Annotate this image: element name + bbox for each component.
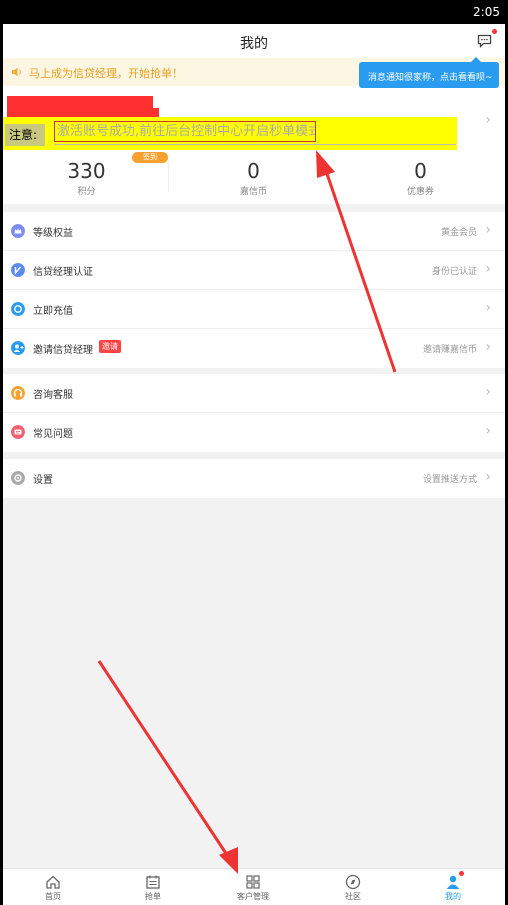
invite-badge: 邀请 xyxy=(99,340,121,353)
chevron-right-icon: › xyxy=(485,384,491,400)
chevron-right-icon: › xyxy=(485,469,491,485)
title-bar: 我的 xyxy=(3,24,505,58)
speaker-icon xyxy=(12,67,21,77)
bottom-tab-bar: 首页 抢单 客户管理 社区 我的 xyxy=(3,868,505,905)
annotation-arrow-down xyxy=(97,660,238,874)
tab-label: 首页 xyxy=(45,892,61,901)
stat-coupons[interactable]: 0 优惠券 xyxy=(337,154,504,197)
menu-item-customer-service[interactable]: 咨询客服 › xyxy=(3,374,505,413)
menu-item-label: 信贷经理认证 xyxy=(33,267,93,278)
stat-value: 0 xyxy=(414,159,427,183)
annotation-label: 注意: xyxy=(5,124,45,146)
sign-in-badge[interactable]: 签到 xyxy=(132,152,168,163)
tab-label: 抢单 xyxy=(145,892,161,901)
message-unread-dot xyxy=(492,29,497,34)
faq-icon xyxy=(11,425,25,439)
menu-item-label: 常见问题 xyxy=(33,429,73,440)
settings-icon xyxy=(11,471,25,485)
chevron-right-icon: › xyxy=(485,339,491,355)
menu-item-level[interactable]: 等级权益 黄金会员 › xyxy=(3,212,505,251)
stat-label: 优惠券 xyxy=(406,187,434,197)
stat-label: 积分 xyxy=(77,187,96,197)
message-icon xyxy=(477,34,492,49)
menu-item-value: 身份已认证 xyxy=(431,267,477,277)
menu-group-support: 咨询客服 › 常见问题 › xyxy=(3,374,505,452)
tab-grab-orders[interactable]: 抢单 xyxy=(103,869,203,905)
notice-text: 马上成为信贷经理，开始抢单！ xyxy=(29,67,183,80)
home-icon xyxy=(46,875,60,889)
tab-community[interactable]: 社区 xyxy=(303,869,403,905)
compass-icon xyxy=(345,874,361,890)
page-title: 我的 xyxy=(240,36,268,52)
menu-item-label: 立即充值 xyxy=(33,306,73,317)
stats-row: 330 积分 签到 0 嘉信币 0 优惠券 xyxy=(3,152,505,204)
calendar-icon xyxy=(146,875,160,889)
annotation-underline xyxy=(54,144,456,145)
chevron-right-icon: › xyxy=(485,423,491,439)
message-button[interactable] xyxy=(477,33,493,49)
menu-item-label: 设置 xyxy=(33,475,53,486)
chevron-right-icon: › xyxy=(485,300,491,316)
menu-item-label: 邀请信贷经理 xyxy=(33,345,93,356)
status-bar: 2:05 xyxy=(0,0,508,24)
status-time: 2:05 xyxy=(473,5,500,19)
message-tooltip[interactable]: 消息通知很家称，点击看看呗~ xyxy=(359,57,499,88)
annotation-message: 激活账号成功,前往后台控制中心开启秒单模式 xyxy=(54,121,316,142)
tab-customer-management[interactable]: 客户管理 xyxy=(203,869,303,905)
window-frame-left xyxy=(0,0,3,905)
chevron-right-icon: › xyxy=(485,222,491,238)
menu-group-settings: 设置 设置推送方式 › xyxy=(3,459,505,498)
menu-item-certification[interactable]: 信贷经理认证 身份已认证 › xyxy=(3,251,505,290)
chevron-right-icon: › xyxy=(485,261,491,277)
invite-icon xyxy=(11,341,25,355)
chevron-right-icon: › xyxy=(485,112,491,128)
annotation-highlight: 注意: 激活账号成功,前往后台控制中心开启秒单模式 xyxy=(3,117,457,150)
tab-label: 社区 xyxy=(345,892,361,901)
grid-icon xyxy=(246,875,260,889)
tab-home[interactable]: 首页 xyxy=(3,869,103,905)
user-icon xyxy=(446,875,460,889)
stat-points[interactable]: 330 积分 签到 xyxy=(3,152,170,197)
menu-item-invite[interactable]: 邀请信贷经理 邀请 邀请赚嘉信币 › xyxy=(3,329,505,368)
crown-icon xyxy=(11,224,25,238)
headset-icon xyxy=(11,386,25,400)
menu-item-settings[interactable]: 设置 设置推送方式 › xyxy=(3,459,505,498)
tab-label: 客户管理 xyxy=(237,892,269,901)
stat-label: 嘉信币 xyxy=(239,187,267,197)
stat-value: 0 xyxy=(247,159,260,183)
menu-item-value: 邀请赚嘉信币 xyxy=(422,345,477,355)
menu-item-label: 等级权益 xyxy=(33,228,73,239)
stat-coins[interactable]: 0 嘉信币 xyxy=(170,154,337,197)
recharge-icon xyxy=(11,302,25,316)
menu-item-faq[interactable]: 常见问题 › xyxy=(3,413,505,452)
menu-item-recharge[interactable]: 立即充值 › xyxy=(3,290,505,329)
tab-mine[interactable]: 我的 xyxy=(403,869,503,905)
tab-unread-dot xyxy=(459,871,464,876)
menu-item-value: 黄金会员 xyxy=(440,228,477,238)
divider xyxy=(168,162,169,192)
menu-item-label: 咨询客服 xyxy=(33,390,73,401)
menu-group-account: 等级权益 黄金会员 › 信贷经理认证 身份已认证 › 立即充值 › 邀请信贷经理… xyxy=(3,212,505,368)
verify-icon xyxy=(11,263,25,277)
tab-label: 我的 xyxy=(445,892,461,901)
menu-item-value: 设置推送方式 xyxy=(422,475,477,485)
